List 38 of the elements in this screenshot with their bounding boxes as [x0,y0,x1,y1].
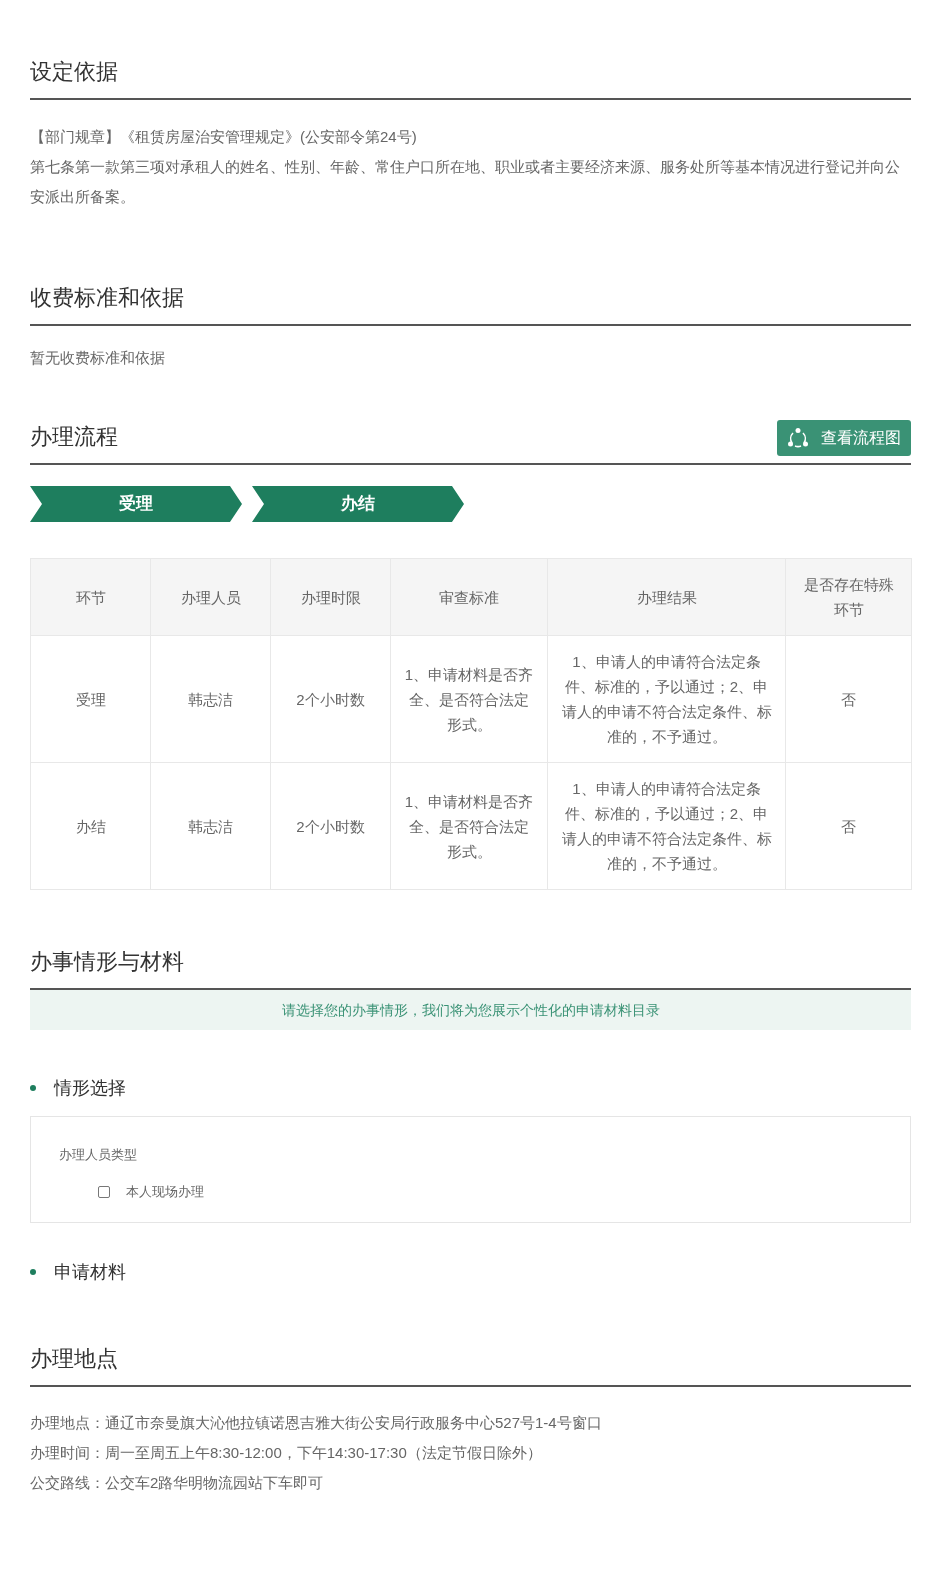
table-cell: 否 [785,762,912,890]
info-line: 办理时间：周一至周五上午8:30-12:00，下午14:30-17:30（法定节假日除外） [30,1443,543,1463]
section-heading: 办事情形与材料 [30,948,184,976]
column-header: 办理时限 [270,558,391,636]
table-cell: 2个小时数 [270,635,391,763]
section-heading: 设定依据 [30,58,118,86]
subsection-heading: 申请材料 [54,1260,126,1284]
paragraph: 【部门规章】《租赁房屋治安管理规定》(公安部令第24号) [30,127,418,147]
info-line: 办理地点：通辽市奈曼旗大沁他拉镇诺恩吉雅大街公安局行政服务中心527号1-4号窗口 [30,1413,603,1433]
table-cell: 2个小时数 [270,762,391,890]
paragraph: 暂无收费标准和依据 [30,348,166,368]
column-header: 办理人员 [150,558,271,636]
table-cell: 否 [785,635,912,763]
paragraph: 第七条第一款第三项对承租人的姓名、性别、年龄、常住户口所在地、职业或者主要经济来源、服务处所等基本情况进行登记并向公安派出所备案。 [30,157,901,207]
bullet-icon [30,1269,36,1275]
section-heading: 办理流程 [30,423,118,451]
checkbox-option[interactable]: 本人现场办理 [98,1182,910,1202]
table-cell: 受理 [30,635,151,763]
column-header: 审查标准 [390,558,548,636]
bullet-icon [30,1085,36,1091]
notice-banner: 请选择您的办事情形，我们将为您展示个性化的申请材料目录 [30,990,911,1030]
table-cell: 1、申请材料是否齐全、是否符合法定形式。 [390,762,548,890]
column-header: 环节 [30,558,151,636]
group-label: 办理人员类型 [59,1146,138,1164]
info-line: 公交路线：公交车2路华明物流园站下车即可 [30,1473,325,1493]
cycle-icon [787,427,809,449]
table-cell: 韩志洁 [150,762,271,890]
subsection-heading: 情形选择 [54,1076,126,1100]
section-heading: 办理地点 [30,1345,118,1373]
table-cell: 韩志洁 [150,635,271,763]
column-header: 办理结果 [547,558,786,636]
table-cell: 1、申请材料是否齐全、是否符合法定形式。 [390,635,548,763]
table-cell: 1、申请人的申请符合法定条件、标准的，予以通过；2、申请人的申请不符合法定条件、标准的，不予通过。 [547,635,786,763]
section-heading: 收费标准和依据 [30,284,184,312]
table-cell: 办结 [30,762,151,890]
column-header: 是否存在特殊环节 [785,558,912,636]
table-cell: 1、申请人的申请符合法定条件、标准的，予以通过；2、申请人的申请不符合法定条件、标准的，不予通过。 [547,762,786,890]
flowchart-button[interactable]: 查看流程图 [777,420,911,456]
